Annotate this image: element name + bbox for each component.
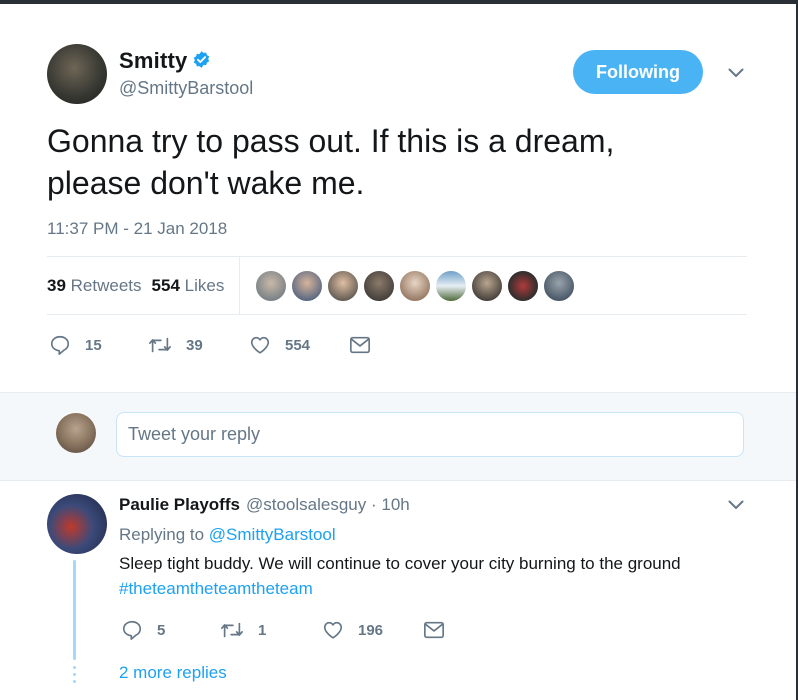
divider [47, 256, 747, 257]
reply-text: Sleep tight buddy. We will continue to c… [119, 554, 681, 573]
reply-icon [50, 335, 70, 355]
tweet-text: Gonna try to pass out. If this is a drea… [47, 123, 615, 201]
replying-to-prefix: Replying to [119, 525, 205, 544]
reply-like-button[interactable]: 196 [322, 619, 383, 641]
reply-author-name[interactable]: Paulie Playoffs [119, 495, 240, 515]
retweet-button[interactable]: 39 [148, 334, 203, 356]
reply-retweet-count: 1 [258, 621, 267, 639]
reply-reply-button[interactable]: 5 [121, 619, 165, 641]
author-avatar[interactable] [47, 44, 107, 104]
thread-dot [73, 666, 76, 669]
tweet-reply-input[interactable] [116, 412, 744, 457]
reply-reply-count: 5 [157, 621, 166, 639]
likes-stat[interactable]: 554 Likes [152, 276, 225, 295]
envelope-icon [350, 336, 370, 354]
reply-like-count: 196 [358, 621, 384, 639]
liker-avatar[interactable] [471, 270, 503, 302]
liker-avatar[interactable] [327, 270, 359, 302]
liker-avatar[interactable] [399, 270, 431, 302]
tweet-menu-chevron-down-icon[interactable] [728, 68, 744, 78]
divider [47, 314, 747, 315]
reply-count: 15 [85, 336, 102, 354]
like-count: 554 [285, 336, 311, 354]
verified-badge-icon [193, 51, 210, 68]
thread-dot [73, 673, 76, 676]
following-button[interactable]: Following [573, 50, 703, 94]
tweet-timestamp[interactable]: 11:37 PM - 21 Jan 2018 [47, 219, 227, 239]
likes-count: 554 [151, 276, 180, 295]
reply-direct-message-button[interactable] [423, 620, 445, 640]
window-top-edge [0, 0, 798, 4]
current-user-avatar[interactable] [56, 413, 96, 453]
liker-avatar[interactable] [291, 270, 323, 302]
thread-dot [73, 680, 76, 683]
direct-message-button[interactable] [349, 335, 371, 355]
more-replies-link[interactable]: 2 more replies [119, 663, 227, 683]
thread-line [73, 560, 76, 660]
replying-to: Replying to @SmittyBarstool [119, 525, 336, 545]
reply-button[interactable]: 15 [49, 334, 102, 356]
stats-separator [239, 256, 240, 315]
heart-icon [323, 621, 343, 639]
author-name[interactable]: Smitty [119, 48, 187, 74]
retweets-stat[interactable]: 39 Retweets [47, 276, 142, 295]
retweets-count: 39 [47, 276, 66, 295]
retweets-label: Retweets [70, 276, 142, 295]
liker-avatar[interactable] [255, 270, 287, 302]
replying-to-link[interactable]: @SmittyBarstool [209, 525, 336, 544]
author-handle[interactable]: @SmittyBarstool [119, 78, 253, 99]
like-button[interactable]: 554 [249, 334, 310, 356]
reply-hashtag-link[interactable]: #theteamtheteamtheteam [119, 579, 313, 599]
reply-retweet-button[interactable]: 1 [220, 619, 266, 641]
envelope-icon [424, 621, 444, 639]
liker-avatar[interactable] [435, 270, 467, 302]
reply-author-meta[interactable]: @stoolsalesguy · 10h [246, 495, 410, 515]
likes-label: Likes [184, 276, 225, 295]
reply-author-avatar[interactable] [47, 494, 107, 554]
liker-avatar[interactable] [543, 270, 575, 302]
liker-avatar[interactable] [507, 270, 539, 302]
reply-icon [122, 620, 142, 640]
liker-avatar[interactable] [363, 270, 395, 302]
retweet-icon [149, 337, 171, 353]
retweet-count: 39 [186, 336, 203, 354]
heart-icon [250, 336, 270, 354]
reply-menu-chevron-down-icon[interactable] [728, 500, 744, 510]
retweet-icon [221, 622, 243, 638]
tweet-stats: 39 Retweets 554 Likes [47, 276, 224, 296]
